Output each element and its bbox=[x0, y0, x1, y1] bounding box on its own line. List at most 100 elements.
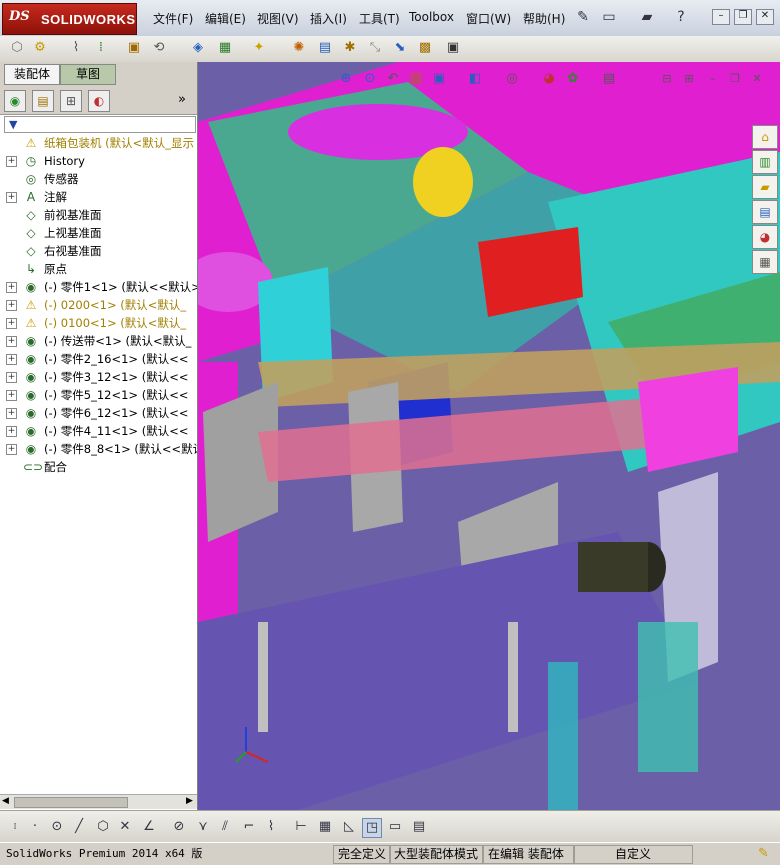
status-custom-units[interactable]: 自定义 bbox=[573, 845, 693, 864]
display-style-icon[interactable]: ◧ bbox=[466, 70, 484, 88]
menu-tools[interactable]: 工具(T) bbox=[359, 10, 400, 27]
tree-node[interactable]: ↳ 原点 bbox=[0, 260, 197, 278]
zoom-to-fit-icon[interactable]: ⊕ bbox=[337, 70, 355, 88]
parallel-icon[interactable]: ⫽ bbox=[216, 818, 234, 836]
viewport-close-icon[interactable]: ✕ bbox=[748, 70, 766, 88]
tree-node[interactable]: + ◉ (-) 零件2_16<1> (默认<< bbox=[0, 350, 197, 368]
insert-component-icon[interactable]: ⬡ bbox=[8, 39, 26, 57]
tree-node[interactable]: ⊂⊃ 配合 bbox=[0, 458, 197, 476]
assembly-features-icon[interactable]: ▦ bbox=[216, 39, 234, 57]
scroll-right-icon[interactable]: ▶ bbox=[186, 796, 193, 806]
graphics-viewport[interactable] bbox=[198, 62, 780, 810]
offset-entities-icon[interactable]: ⊘ bbox=[170, 818, 188, 836]
explode-line-icon[interactable]: ⤡ bbox=[366, 39, 384, 57]
design-library-icon[interactable]: ▥ bbox=[752, 150, 778, 174]
corner-icon[interactable]: ⌐ bbox=[240, 818, 258, 836]
exploded-view-icon[interactable]: ✱ bbox=[341, 39, 359, 57]
view-orientation-icon[interactable]: ▣ bbox=[430, 70, 448, 88]
tree-expander[interactable]: + bbox=[6, 390, 17, 401]
convert-entities-icon[interactable]: ⋎ bbox=[194, 818, 212, 836]
new-document-icon[interactable]: ▭ bbox=[600, 8, 618, 26]
hide-show-items-icon[interactable]: ◎ bbox=[503, 70, 521, 88]
new-motion-study-icon[interactable]: ✺ bbox=[290, 39, 308, 57]
cube-view-icon[interactable]: ◳ bbox=[362, 818, 382, 838]
menu-help[interactable]: 帮助(H) bbox=[523, 10, 565, 27]
move-component-icon[interactable]: ⟲ bbox=[150, 39, 168, 57]
file-explorer-icon[interactable]: ▰ bbox=[752, 175, 778, 199]
tree-expander[interactable]: + bbox=[6, 444, 17, 455]
expand-panel-icon[interactable]: » bbox=[178, 92, 186, 107]
point-icon[interactable]: · bbox=[26, 818, 44, 836]
tree-node[interactable]: + ⚠ (-) 0100<1> (默认<默认_ bbox=[0, 314, 197, 332]
tree-node[interactable]: + ◉ (-) 零件4_11<1> (默认<< bbox=[0, 422, 197, 440]
bill-of-materials-icon[interactable]: ▤ bbox=[316, 39, 334, 57]
tree-node[interactable]: + A 注解 bbox=[0, 188, 197, 206]
mate-icon[interactable]: ⚙ bbox=[31, 39, 49, 57]
section-view-icon[interactable]: ▥ bbox=[407, 70, 425, 88]
tree-filter[interactable]: ▼ bbox=[4, 116, 196, 133]
window-layout-icon[interactable]: ▭ bbox=[386, 818, 404, 836]
solidworks-resources-icon[interactable]: ⌂ bbox=[752, 125, 778, 149]
grid-icon[interactable]: ▦ bbox=[316, 818, 334, 836]
edit-appearance-icon[interactable]: ◕ bbox=[540, 70, 558, 88]
tree-node[interactable]: + ◉ (-) 传送带<1> (默认<默认_ bbox=[0, 332, 197, 350]
tree-expander[interactable]: + bbox=[6, 354, 17, 365]
menu-file[interactable]: 文件(F) bbox=[153, 10, 193, 27]
tree-node[interactable]: ◎ 传感器 bbox=[0, 170, 197, 188]
spline-icon[interactable]: ⌇ bbox=[262, 818, 280, 836]
pin-icon[interactable]: ✎ bbox=[574, 8, 592, 26]
menu-window[interactable]: 窗口(W) bbox=[466, 10, 511, 27]
view-settings-icon[interactable]: ▤ bbox=[600, 70, 618, 88]
tree-expander[interactable]: + bbox=[6, 282, 17, 293]
angle-icon[interactable]: ∠ bbox=[140, 818, 158, 836]
tile-layout-icon[interactable]: ▤ bbox=[410, 818, 428, 836]
tree-expander[interactable]: + bbox=[6, 408, 17, 419]
configuration-manager-icon[interactable]: ⊞ bbox=[60, 90, 82, 112]
menu-toolbox[interactable]: Toolbox bbox=[409, 10, 454, 24]
zoom-to-area-icon[interactable]: ⊙ bbox=[361, 70, 379, 88]
tree-expander[interactable]: + bbox=[6, 318, 17, 329]
scroll-left-icon[interactable]: ◀ bbox=[2, 796, 9, 806]
minimize-button[interactable]: – bbox=[712, 9, 730, 25]
tree-node[interactable]: + ◉ (-) 零件6_12<1> (默认<< bbox=[0, 404, 197, 422]
menu-view[interactable]: 视图(V) bbox=[257, 10, 299, 27]
polygon-icon[interactable]: ⬡ bbox=[94, 818, 112, 836]
reference-geometry-icon[interactable]: ✦ bbox=[250, 39, 268, 57]
tree-node[interactable]: + ◉ (-) 零件1<1> (默认<<默认>_ bbox=[0, 278, 197, 296]
tree-node[interactable]: + ◷ History bbox=[0, 152, 197, 170]
tab-sketch[interactable]: 草图 bbox=[60, 64, 116, 85]
apply-scene-icon[interactable]: ✿ bbox=[564, 70, 582, 88]
smart-fasteners-icon[interactable]: ▣ bbox=[125, 39, 143, 57]
viewport-restore-icon[interactable]: ❐ bbox=[726, 70, 744, 88]
circle-icon[interactable]: ⊙ bbox=[48, 818, 66, 836]
help-icon[interactable]: ? bbox=[672, 8, 690, 26]
appearances-scenes-icon[interactable]: ◕ bbox=[752, 225, 778, 249]
tree-node[interactable]: + ◉ (-) 零件5_12<1> (默认<< bbox=[0, 386, 197, 404]
trim-icon[interactable]: ✕ bbox=[116, 818, 134, 836]
tree-expander[interactable]: + bbox=[6, 192, 17, 203]
triangle-icon[interactable]: ◺ bbox=[340, 818, 358, 836]
menu-edit[interactable]: 编辑(E) bbox=[205, 10, 246, 27]
tree-node[interactable]: + ⚠ (-) 0200<1> (默认<默认_ bbox=[0, 296, 197, 314]
custom-properties-icon[interactable]: ▦ bbox=[752, 250, 778, 274]
menu-insert[interactable]: 插入(I) bbox=[310, 10, 347, 27]
filter-icon[interactable]: ▼ bbox=[5, 118, 17, 131]
instant3d-icon[interactable]: ▩ bbox=[416, 39, 434, 57]
tree-node[interactable]: ◇ 上视基准面 bbox=[0, 224, 197, 242]
solidworks-logo[interactable]: DS SOLIDWORKS bbox=[2, 3, 137, 35]
viewport-minimize-icon[interactable]: – bbox=[704, 70, 722, 88]
appearance-manager-icon[interactable]: ◐ bbox=[88, 90, 110, 112]
paperclip-icon[interactable]: ⌇ bbox=[67, 39, 85, 57]
tree-expander[interactable]: + bbox=[6, 336, 17, 347]
restore-button[interactable]: ❐ bbox=[734, 9, 752, 25]
line-icon[interactable]: ╱ bbox=[70, 818, 88, 836]
tree-horizontal-scrollbar[interactable]: ◀ ▶ bbox=[0, 794, 197, 809]
feature-manager-icon[interactable]: ◉ bbox=[4, 90, 26, 112]
tree-node[interactable]: ⚠ 纸箱包装机 (默认<默认_显示 bbox=[0, 134, 197, 152]
open-folder-icon[interactable]: ▰ bbox=[638, 8, 656, 26]
tree-node[interactable]: + ◉ (-) 零件3_12<1> (默认<< bbox=[0, 368, 197, 386]
previous-view-icon[interactable]: ↶ bbox=[384, 70, 402, 88]
linear-pattern-icon[interactable]: ⁞ bbox=[92, 39, 110, 57]
tree-node[interactable]: ◇ 前视基准面 bbox=[0, 206, 197, 224]
interference-detection-icon[interactable]: ⬊ bbox=[391, 39, 409, 57]
